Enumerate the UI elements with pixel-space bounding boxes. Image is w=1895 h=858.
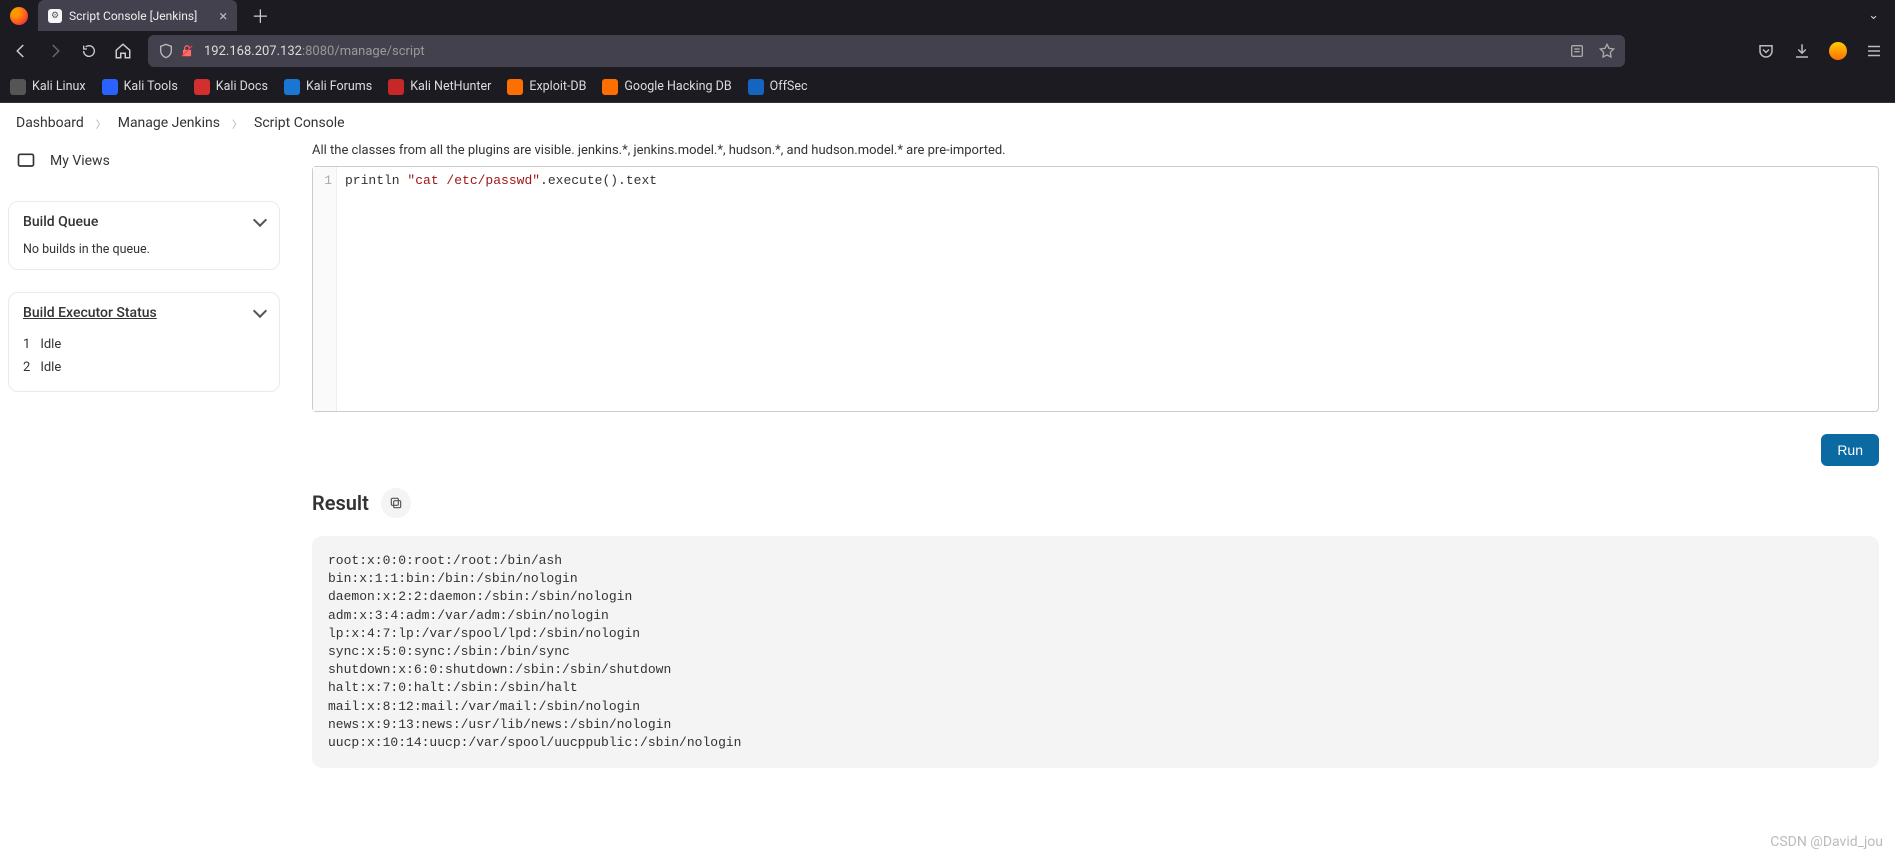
script-editor[interactable]: 1 println "cat /etc/passwd".execute().te… <box>312 166 1879 412</box>
shield-icon <box>158 43 174 59</box>
info-text: All the classes from all the plugins are… <box>312 143 1879 158</box>
extension-icon[interactable] <box>1829 42 1847 60</box>
page-content: Dashboard〉Manage Jenkins〉Script Console … <box>0 103 1895 858</box>
url-text: 192.168.207.132:8080/manage/script <box>204 44 425 59</box>
bookmark-favicon-icon <box>102 79 118 95</box>
bookmark-favicon-icon <box>388 79 404 95</box>
breadcrumb-link[interactable]: Dashboard <box>16 115 84 131</box>
breadcrumb-link[interactable]: Manage Jenkins <box>118 115 220 131</box>
sidebar-item-my-views[interactable]: My Views <box>8 143 280 179</box>
result-heading: Result <box>312 491 369 515</box>
back-button[interactable] <box>8 38 34 64</box>
sidebar-item-label: My Views <box>50 153 110 169</box>
main-content: All the classes from all the plugins are… <box>288 143 1895 858</box>
pocket-icon[interactable] <box>1757 42 1775 60</box>
browser-tab[interactable]: ⚙ Script Console [Jenkins] × <box>38 0 237 31</box>
bookmark-favicon-icon <box>284 79 300 95</box>
line-gutter: 1 <box>313 167 337 411</box>
tab-bar: ⚙ Script Console [Jenkins] × ＋ ⌄ <box>0 0 1895 31</box>
forward-button[interactable] <box>42 38 68 64</box>
hamburger-menu-icon[interactable] <box>1865 42 1883 60</box>
chevron-down-icon[interactable]: ⌄ <box>1868 8 1879 23</box>
bookmark-favicon-icon <box>602 79 618 95</box>
jenkins-favicon-icon: ⚙ <box>48 9 62 23</box>
executor-row[interactable]: 2Idle <box>23 356 265 379</box>
bookmark-item[interactable]: Kali Tools <box>102 79 178 95</box>
watermark: CSDN @David_jou <box>1770 834 1883 850</box>
chevron-right-icon: 〉 <box>232 116 242 131</box>
breadcrumb: Dashboard 〉 Manage Jenkins 〉 Script Console <box>0 103 1895 143</box>
bookmark-item[interactable]: Kali NetHunter <box>388 79 491 95</box>
build-queue-panel: Build Queue No builds in the queue. <box>8 201 280 270</box>
downloads-icon[interactable] <box>1793 42 1811 60</box>
bookmark-label: OffSec <box>770 79 808 94</box>
chevron-down-icon <box>253 304 267 318</box>
bookmark-favicon-icon <box>194 79 210 95</box>
chevron-down-icon <box>253 213 267 227</box>
bookmark-favicon-icon <box>10 79 26 95</box>
tab-title: Script Console [Jenkins] <box>69 9 197 23</box>
window-controls: ⌄ <box>1868 8 1895 23</box>
run-button[interactable]: Run <box>1821 434 1879 466</box>
bookmark-favicon-icon <box>507 79 523 95</box>
bookmark-label: Exploit-DB <box>529 79 586 94</box>
breadcrumb-link[interactable]: Script Console <box>254 115 345 131</box>
sidebar: My Views Build Queue No builds in the qu… <box>0 143 288 858</box>
bookmark-item[interactable]: Exploit-DB <box>507 79 586 95</box>
url-bar[interactable]: 192.168.207.132:8080/manage/script <box>148 35 1625 67</box>
bookmark-item[interactable]: Kali Docs <box>194 79 268 95</box>
home-button[interactable] <box>110 38 136 64</box>
bookmark-label: Kali Docs <box>216 79 268 94</box>
bookmark-label: Google Hacking DB <box>624 79 731 94</box>
bookmark-item[interactable]: Kali Linux <box>10 79 86 95</box>
result-output: root:x:0:0:root:/root:/bin/ash bin:x:1:1… <box>312 536 1879 768</box>
copy-result-button[interactable] <box>381 488 411 518</box>
executor-row[interactable]: 1Idle <box>23 333 265 356</box>
reader-mode-icon[interactable] <box>1569 43 1585 59</box>
build-executor-panel: Build Executor Status 1Idle2Idle <box>8 292 280 392</box>
build-executor-header[interactable]: Build Executor Status <box>23 305 265 321</box>
bookmark-label: Kali Tools <box>124 79 178 94</box>
build-queue-empty: No builds in the queue. <box>23 242 265 257</box>
toolbar-icons <box>1757 42 1883 60</box>
bookmark-star-icon[interactable] <box>1599 43 1615 59</box>
bookmarks-bar: Kali Linux Kali Tools Kali Docs Kali Forums… <box>0 71 1895 103</box>
insecure-lock-icon <box>180 44 194 58</box>
code-area[interactable]: println "cat /etc/passwd".execute().text <box>337 167 1878 411</box>
close-tab-icon[interactable]: × <box>219 7 227 25</box>
chevron-right-icon: 〉 <box>96 116 106 131</box>
bookmark-item[interactable]: OffSec <box>748 79 808 95</box>
reload-button[interactable] <box>76 38 102 64</box>
bookmark-item[interactable]: Google Hacking DB <box>602 79 731 95</box>
nav-bar: 192.168.207.132:8080/manage/script <box>0 31 1895 71</box>
bookmark-favicon-icon <box>748 79 764 95</box>
views-icon <box>16 151 36 171</box>
bookmark-label: Kali Forums <box>306 79 372 94</box>
bookmark-label: Kali Linux <box>32 79 86 94</box>
copy-icon <box>389 496 403 510</box>
new-tab-button[interactable]: ＋ <box>251 3 269 29</box>
bookmark-label: Kali NetHunter <box>410 79 491 94</box>
build-queue-header[interactable]: Build Queue <box>23 214 265 230</box>
bookmark-item[interactable]: Kali Forums <box>284 79 372 95</box>
firefox-logo-icon <box>10 7 28 25</box>
